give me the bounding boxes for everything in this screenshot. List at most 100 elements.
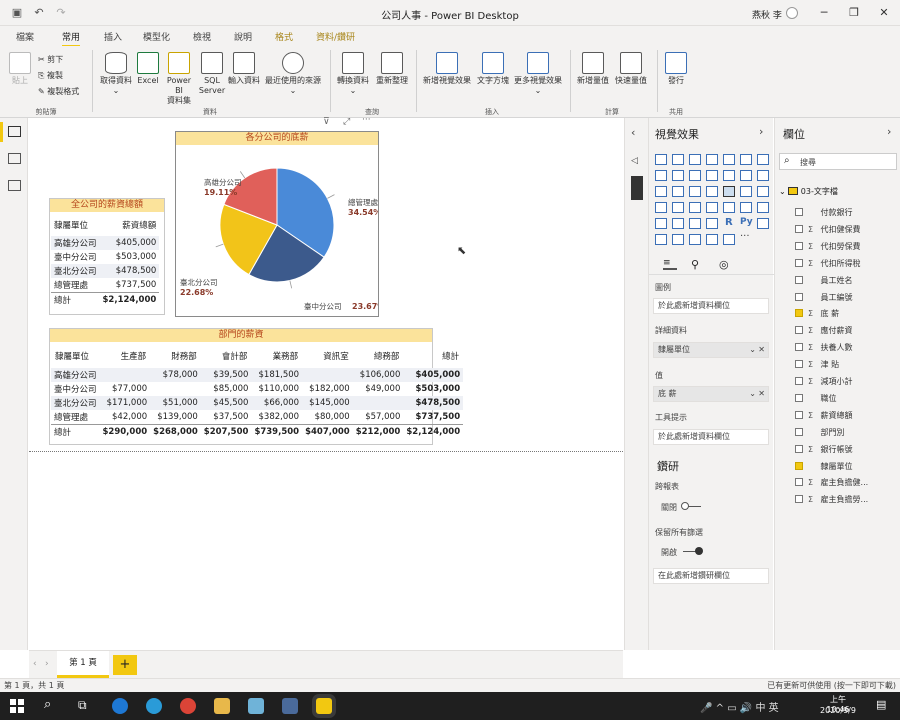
- visual-type-icon[interactable]: [706, 154, 718, 165]
- field-item[interactable]: 員工姓名: [795, 274, 853, 288]
- visual-type-icon[interactable]: [672, 170, 684, 181]
- field-item[interactable]: Σ 底 薪: [795, 307, 839, 321]
- field-item[interactable]: Σ 應付薪資: [795, 324, 853, 338]
- visual-type-icon[interactable]: [740, 202, 752, 213]
- visual-type-icon[interactable]: [740, 154, 752, 165]
- field-item[interactable]: 付款銀行: [795, 206, 853, 220]
- field-checkbox[interactable]: [795, 326, 803, 335]
- get-data-button[interactable]: 取得資料 ⌄: [98, 52, 134, 96]
- field-checkbox[interactable]: [795, 444, 803, 453]
- field-checkbox[interactable]: [795, 275, 803, 284]
- field-item[interactable]: Σ 津 貼: [795, 358, 839, 372]
- field-item[interactable]: 員工編號: [795, 291, 853, 305]
- quick-measure-button[interactable]: 快速量值: [612, 52, 650, 86]
- visual-type-icon[interactable]: [689, 234, 701, 245]
- visual-type-icon[interactable]: [723, 154, 735, 165]
- close-icon[interactable]: ✕: [872, 4, 896, 22]
- system-tray-icons[interactable]: 🎤 ^ ▭ 🔊 中 英: [700, 699, 779, 714]
- tab-format[interactable]: 格式: [275, 30, 293, 43]
- field-checkbox[interactable]: [795, 309, 803, 318]
- r-visual-icon[interactable]: R: [725, 217, 733, 228]
- cut-button[interactable]: ✂ 剪下: [38, 54, 63, 65]
- field-checkbox[interactable]: [795, 343, 803, 352]
- prev-page-icon[interactable]: ‹: [33, 659, 37, 669]
- update-notice[interactable]: 已有更新可供使用 (按一下即可下載): [767, 680, 896, 691]
- tab-data-drill[interactable]: 資料/鑽研: [316, 30, 355, 43]
- field-checkbox[interactable]: [795, 292, 803, 301]
- field-item[interactable]: 職位: [795, 392, 837, 406]
- sql-server-button[interactable]: SQL Server: [198, 52, 226, 96]
- remove-icon[interactable]: ✕: [758, 343, 765, 357]
- field-item[interactable]: Σ 薪資總額: [795, 409, 853, 423]
- tab-view[interactable]: 檢視: [193, 30, 211, 43]
- new-visual-button[interactable]: 新增視覺效果: [420, 52, 474, 86]
- new-measure-button[interactable]: 新增量值: [575, 52, 611, 86]
- tab-modeling[interactable]: 模型化: [143, 30, 170, 43]
- visual-type-icon[interactable]: [655, 154, 667, 165]
- enter-data-button[interactable]: 輸入資料: [227, 52, 261, 86]
- visual-type-icon[interactable]: [672, 234, 684, 245]
- data-view-icon[interactable]: [8, 153, 21, 164]
- refresh-button[interactable]: 重新整理: [374, 52, 410, 86]
- field-item[interactable]: Σ 雇主負擔勞...: [795, 493, 868, 507]
- tab-help[interactable]: 說明: [234, 30, 252, 43]
- field-checkbox[interactable]: [795, 360, 803, 369]
- visual-type-icon[interactable]: [672, 202, 684, 213]
- visual-type-icon[interactable]: [757, 186, 769, 197]
- publish-button[interactable]: 發行: [662, 52, 690, 86]
- field-item[interactable]: Σ 代扣健保費: [795, 223, 861, 237]
- visual-type-icon[interactable]: [689, 186, 701, 197]
- field-item[interactable]: Σ 銀行帳號: [795, 443, 853, 457]
- field-checkbox[interactable]: [795, 241, 803, 250]
- restore-icon[interactable]: ❐: [842, 4, 866, 22]
- focus-mode-icon[interactable]: ⤢: [343, 117, 350, 127]
- salary-total-table[interactable]: 全公司的薪資總額 隸屬單位 薪資總額 高雄分公司 $405,000 臺中分公司 $50…: [49, 198, 165, 315]
- filter-pane-icon[interactable]: ◁: [631, 156, 638, 166]
- format-paint-icon[interactable]: ⚲: [691, 258, 699, 271]
- field-checkbox[interactable]: [795, 478, 803, 487]
- visual-type-icon[interactable]: [706, 170, 718, 181]
- file-explorer-icon[interactable]: [214, 698, 230, 714]
- visual-type-icon[interactable]: [689, 218, 701, 229]
- tooltip-well[interactable]: 於此處新增資料欄位: [653, 429, 769, 445]
- visual-type-icon[interactable]: [706, 202, 718, 213]
- power-bi-icon[interactable]: [316, 698, 332, 714]
- copy-button[interactable]: ⎘ 複製: [38, 70, 63, 81]
- visual-type-icon[interactable]: [757, 218, 769, 229]
- visual-type-icon[interactable]: [689, 202, 701, 213]
- report-view-icon[interactable]: [8, 126, 21, 137]
- visual-type-icon[interactable]: [655, 202, 667, 213]
- model-view-icon[interactable]: [8, 180, 21, 191]
- visual-type-icon[interactable]: [723, 202, 735, 213]
- excel-button[interactable]: Excel: [136, 52, 160, 86]
- notification-icon[interactable]: ▤: [876, 698, 886, 711]
- tab-home[interactable]: 常用: [62, 30, 81, 47]
- user-name[interactable]: 燕秋 李: [752, 8, 782, 21]
- more-visuals-button[interactable]: 更多視覺效果 ⌄: [511, 52, 565, 96]
- table-node[interactable]: ⌄ 03-文字檔: [779, 186, 838, 197]
- field-item[interactable]: 隸屬單位: [795, 460, 853, 474]
- visual-type-icon[interactable]: [706, 218, 718, 229]
- field-item[interactable]: Σ 代扣勞保費: [795, 240, 861, 254]
- task-view-icon[interactable]: ⧉: [78, 698, 87, 713]
- visual-type-icon[interactable]: [706, 234, 718, 245]
- tab-file[interactable]: 檔案: [16, 30, 34, 43]
- recent-sources-button[interactable]: 最近使用的來源 ⌄: [262, 52, 324, 96]
- visual-type-icon[interactable]: [689, 154, 701, 165]
- field-checkbox[interactable]: [795, 258, 803, 267]
- filter-icon[interactable]: ⊽: [323, 117, 330, 127]
- search-icon[interactable]: ⌕: [44, 697, 51, 712]
- more-options-icon[interactable]: ···: [362, 115, 371, 125]
- fields-tab-icon[interactable]: ≡: [663, 258, 677, 270]
- edge-icon[interactable]: [146, 698, 162, 714]
- next-page-icon[interactable]: ›: [45, 659, 49, 669]
- pie-chart-visual[interactable]: 各分公司的底薪 總管理處34.54% 臺中分公司 23.67% 臺北分公司22.68%…: [175, 131, 385, 317]
- chevron-down-icon[interactable]: ⌄: [749, 343, 756, 357]
- analytics-icon[interactable]: ◎: [719, 258, 729, 271]
- field-checkbox[interactable]: [795, 208, 803, 216]
- transform-data-button[interactable]: 轉換資料 ⌄: [334, 52, 372, 96]
- app-icon[interactable]: [248, 698, 264, 714]
- add-page-button[interactable]: +: [113, 655, 137, 675]
- chevron-down-icon[interactable]: ⌄: [749, 387, 756, 401]
- visual-type-icon[interactable]: [706, 186, 718, 197]
